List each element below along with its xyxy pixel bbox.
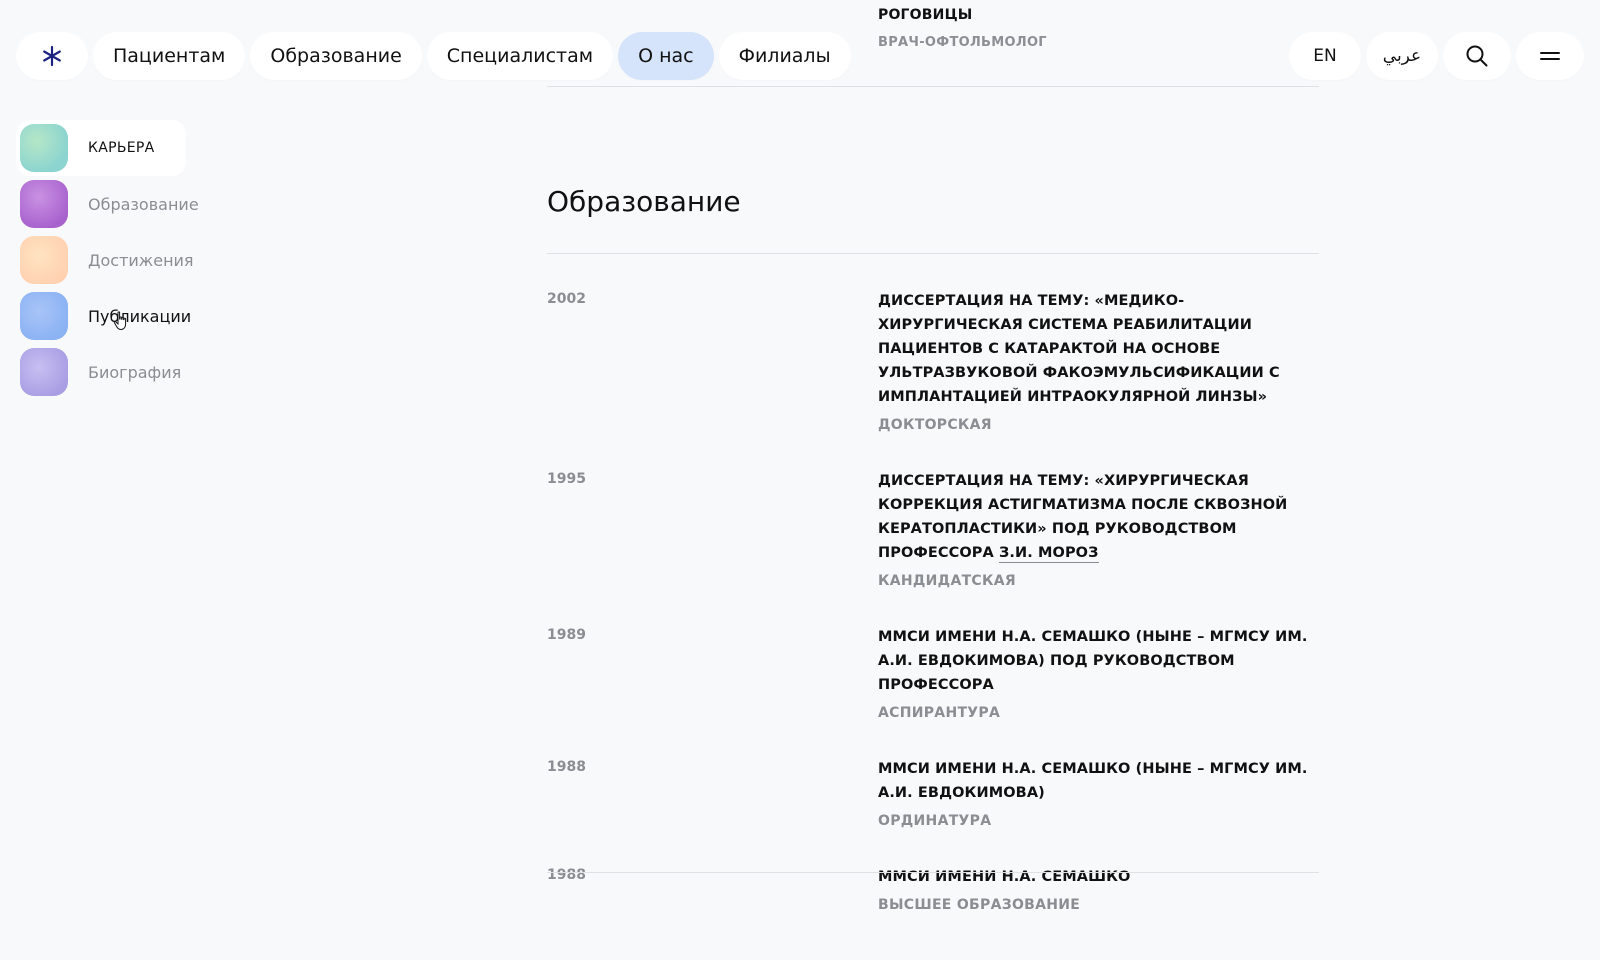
education-blob-icon	[20, 180, 68, 228]
education-row: 1989 ММСИ ИМЕНИ Н.А. СЕМАШКО (НЫНЕ – МГМ…	[547, 589, 1319, 721]
sidebar-item-label: КАРЬЕРА	[88, 140, 155, 156]
education-year: 1988	[547, 759, 586, 775]
nav-item-about[interactable]: О нас	[618, 32, 714, 80]
education-kind: КАНДИДАТСКАЯ	[878, 573, 1016, 589]
education-desc: ММСИ ИМЕНИ Н.А. СЕМАШКО (НЫНЕ – МГМСУ ИМ…	[878, 629, 1308, 693]
education-kind: АСПИРАНТУРА	[878, 705, 1001, 721]
education-row: 1988 ММСИ ИМЕНИ Н.А. СЕМАШКО (НЫНЕ – МГМ…	[547, 721, 1319, 829]
logo-button[interactable]	[16, 32, 88, 80]
nav-item-education[interactable]: Образование	[250, 32, 422, 80]
biography-blob-icon	[20, 348, 68, 396]
sidebar-item-label: Достижения	[88, 250, 194, 270]
education-desc: ММСИ ИМЕНИ Н.А. СЕМАШКО	[878, 869, 1131, 885]
education-info: ДИССЕРТАЦИЯ НА ТЕМУ: «ХИРУРГИЧЕСКАЯ КОРР…	[878, 469, 1319, 589]
education-year: 1995	[547, 471, 586, 487]
career-blob-icon	[20, 124, 68, 172]
achievements-blob-icon	[20, 236, 68, 284]
lang-ar-button[interactable]: عربي	[1366, 32, 1438, 80]
sidebar-item-label: Образование	[88, 194, 199, 214]
menu-icon	[1540, 52, 1560, 60]
education-kind: ОРДИНАТУРА	[878, 813, 992, 829]
divider	[547, 872, 1319, 873]
education-list: 2002 ДИССЕРТАЦИЯ НА ТЕМУ: «МЕДИКО-ХИРУРГ…	[547, 253, 1319, 913]
nav-item-patients[interactable]: Пациентам	[93, 32, 246, 80]
search-icon	[1466, 45, 1488, 67]
sidebar-item-education[interactable]: Образование	[16, 176, 216, 232]
education-row: 1988 ММСИ ИМЕНИ Н.А. СЕМАШКО ВЫСШЕЕ ОБРА…	[547, 829, 1319, 913]
menu-button[interactable]	[1516, 32, 1584, 80]
main-nav: Пациентам Образование Специалистам О нас…	[16, 32, 851, 80]
education-info: ММСИ ИМЕНИ Н.А. СЕМАШКО (НЫНЕ – МГМСУ ИМ…	[878, 625, 1319, 721]
divider	[547, 86, 1319, 87]
education-desc: ММСИ ИМЕНИ Н.А. СЕМАШКО (НЫНЕ – МГМСУ ИМ…	[878, 761, 1308, 801]
sidebar: КАРЬЕРА Образование Достижения Публикаци…	[16, 120, 216, 400]
education-info: ММСИ ИМЕНИ Н.А. СЕМАШКО (НЫНЕ – МГМСУ ИМ…	[878, 757, 1319, 829]
utility-nav: EN عربي	[1289, 32, 1584, 80]
nav-item-specialists[interactable]: Специалистам	[426, 32, 614, 80]
sidebar-item-biography[interactable]: Биография	[16, 344, 216, 400]
education-kind: ДОКТОРСКАЯ	[878, 417, 992, 433]
sidebar-item-career[interactable]: КАРЬЕРА	[16, 120, 186, 176]
education-row: 2002 ДИССЕРТАЦИЯ НА ТЕМУ: «МЕДИКО-ХИРУРГ…	[547, 253, 1319, 433]
education-year: 1989	[547, 627, 586, 643]
education-year: 2002	[547, 291, 586, 307]
hand-cursor-icon	[113, 311, 127, 331]
education-desc: ДИССЕРТАЦИЯ НА ТЕМУ: «МЕДИКО-ХИРУРГИЧЕСК…	[878, 293, 1280, 405]
previous-role: ВРАЧ-ОФТОЛЬМОЛОГ	[878, 35, 1047, 50]
section-title: Образование	[547, 185, 741, 218]
sidebar-item-label: Биография	[88, 362, 182, 382]
education-kind: ВЫСШЕЕ ОБРАЗОВАНИЕ	[878, 897, 1081, 913]
nav-item-branches[interactable]: Филиалы	[718, 32, 851, 80]
supervisor-link[interactable]: З.И. МОРОЗ	[999, 545, 1099, 563]
education-info: ДИССЕРТАЦИЯ НА ТЕМУ: «МЕДИКО-ХИРУРГИЧЕСК…	[878, 289, 1319, 433]
previous-title-tail: РОГОВИЦЫ	[878, 7, 973, 23]
publications-blob-icon	[20, 292, 68, 340]
lang-en-button[interactable]: EN	[1289, 32, 1361, 80]
sidebar-item-achievements[interactable]: Достижения	[16, 232, 216, 288]
asterisk-logo-icon	[43, 45, 61, 67]
education-desc: ДИССЕРТАЦИЯ НА ТЕМУ: «ХИРУРГИЧЕСКАЯ КОРР…	[878, 469, 1319, 565]
education-row: 1995 ДИССЕРТАЦИЯ НА ТЕМУ: «ХИРУРГИЧЕСКАЯ…	[547, 433, 1319, 589]
previous-section-tail: РОГОВИЦЫ ВРАЧ-ОФТОЛЬМОЛОГ	[878, 7, 1047, 50]
search-button[interactable]	[1443, 32, 1511, 80]
sidebar-item-label: Публикации	[88, 306, 192, 326]
